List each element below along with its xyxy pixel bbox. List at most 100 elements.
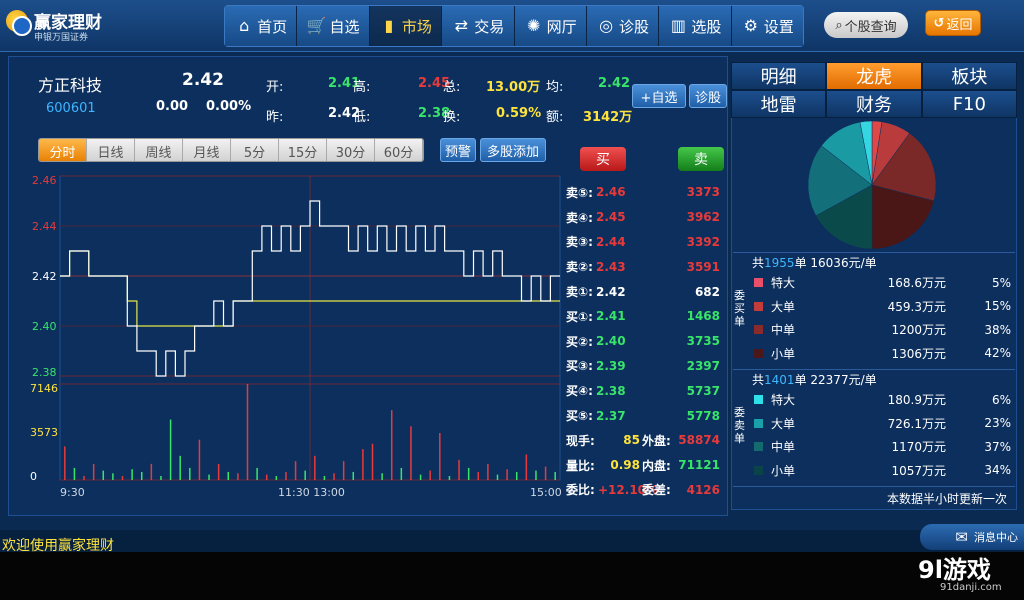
stock-name: 方正科技 [38, 76, 103, 95]
analysis-tab-1[interactable]: 龙虎 [826, 62, 922, 90]
buy-orders-summary: 共1955单 16036元/单 [752, 254, 877, 271]
high-label: 高: [353, 80, 371, 95]
order-volume: 3373 [686, 185, 720, 200]
message-center-label: 消息中心 [974, 531, 1018, 544]
logo-icon [6, 10, 32, 36]
period-tab-5[interactable]: 15分 [279, 139, 327, 161]
order-size-amount: 726.1万元 [887, 416, 946, 431]
gear-icon: ⚙ [743, 16, 758, 35]
system-bar [0, 552, 1024, 600]
order-book-row: 买②: 2.40 3735 [566, 329, 726, 354]
stat-value: +12.10% [598, 482, 659, 497]
order-price: 2.37 [596, 408, 626, 423]
sell-orders-summary: 共1401单 22377元/单 [752, 371, 877, 388]
price-tick-label: 2.46 [32, 174, 57, 187]
buy-side-label: 委买单 [734, 289, 745, 328]
order-size-row: 小单 1306万元 42% [750, 342, 1015, 366]
add-watchlist-button[interactable]: +自选 [632, 84, 686, 108]
time-tick-label: 11:30 13:00 [278, 486, 345, 499]
order-price: 2.43 [596, 259, 626, 274]
back-arrow-icon: ↺ [933, 15, 945, 31]
price-tick-label: 2.42 [32, 270, 57, 283]
nav-item-4[interactable]: ✺ 网厅 [514, 6, 587, 46]
nav-label: 市场 [401, 17, 432, 36]
amount-value: 3142万 [583, 110, 633, 125]
nav-item-7[interactable]: ⚙ 设置 [731, 6, 803, 46]
message-center-button[interactable]: ✉ 消息中心 [920, 524, 1024, 550]
stat-value: 4126 [686, 482, 720, 497]
stock-price: 2.42 [182, 70, 224, 90]
order-size-row: 大单 459.3万元 15% [750, 295, 1015, 319]
back-button[interactable]: ↺ 返回 [925, 10, 981, 36]
nav-label: 诊股 [619, 17, 650, 36]
nav-item-5[interactable]: ◎ 诊股 [586, 6, 660, 46]
order-level-label: 买④: [566, 384, 593, 399]
analysis-tab-4[interactable]: 财务 [826, 90, 922, 118]
order-size-row: 中单 1170万元 37% [750, 435, 1015, 459]
order-size-row: 大单 726.1万元 23% [750, 412, 1015, 436]
order-book-row: 卖②: 2.43 3591 [566, 254, 726, 279]
sell-button[interactable]: 卖 [678, 147, 724, 171]
order-level-label: 卖④: [566, 210, 593, 225]
stat-label: 内盘: [642, 458, 671, 473]
stat-label: 委比: [566, 483, 595, 498]
intraday-chart[interactable]: 2.46 2.44 2.42 2.40 2.38 7146 3573 0 9:30 11:30 1… [0, 168, 566, 508]
watermark-url: 91danji.com [940, 582, 1002, 593]
stat-label: 现手: [566, 433, 595, 448]
buy-button[interactable]: 买 [580, 147, 626, 171]
nav-label: 选股 [691, 17, 722, 36]
stat-value: 58874 [678, 433, 720, 448]
period-tab-6[interactable]: 30分 [327, 139, 375, 161]
nav-item-3[interactable]: ⇄ 交易 [442, 6, 515, 46]
nav-item-6[interactable]: ▥ 选股 [659, 6, 732, 46]
period-tab-0[interactable]: 分时 [39, 139, 87, 161]
analysis-tab-0[interactable]: 明细 [731, 62, 827, 90]
avg-value: 2.42 [598, 76, 631, 91]
bar-chart-icon: ▮ [384, 16, 394, 35]
sell-orders-list: 特大 180.9万元 6% 大单 726.1万元 23% 中单 1170万元 37% 小单 1057… [750, 388, 1015, 482]
order-volume: 5737 [686, 383, 720, 398]
sell-orders-count: 1401 [764, 373, 795, 387]
period-tab-1[interactable]: 日线 [87, 139, 135, 161]
order-pie-chart [807, 120, 937, 250]
nav-item-1[interactable]: 🛒 自选 [297, 6, 370, 46]
analysis-tab-2[interactable]: 板块 [921, 62, 1017, 90]
multi-add-button[interactable]: 多股添加 [480, 138, 546, 162]
nav-label: 自选 [329, 17, 360, 36]
order-level-label: 买②: [566, 334, 593, 349]
period-tab-3[interactable]: 月线 [183, 139, 231, 161]
diagnose-button[interactable]: 诊股 [689, 84, 727, 108]
analysis-tab-3[interactable]: 地雷 [731, 90, 827, 118]
nav-item-0[interactable]: ⌂ 首页 [225, 6, 298, 46]
buy-orders-count: 1955 [764, 256, 795, 270]
order-level-label: 买③: [566, 359, 593, 374]
stock-search-button[interactable]: ⌕ 个股查询 [824, 12, 908, 38]
order-size-row: 特大 168.6万元 5% [750, 271, 1015, 295]
analysis-tabs: 明细 龙虎 板块地雷 财务 F10 [731, 62, 1017, 118]
legend-swatch [754, 325, 763, 335]
period-tab-4[interactable]: 5分 [231, 139, 279, 161]
order-size-name: 中单 [771, 440, 796, 455]
analysis-tab-5[interactable]: F10 [921, 90, 1017, 118]
trade-stat-row: 现手: 85 外盘: 58874 [566, 428, 726, 453]
order-size-pct: 34% [984, 463, 1011, 478]
order-size-row: 小单 1057万元 34% [750, 459, 1015, 483]
period-tab-7[interactable]: 60分 [375, 139, 423, 161]
order-volume: 3962 [686, 210, 720, 225]
order-level-label: 卖③: [566, 235, 593, 250]
period-tabs: 分时 日线 周线 月线 5分 15分 30分 60分 [38, 138, 424, 162]
alert-button[interactable]: 预警 [440, 138, 476, 162]
period-tab-2[interactable]: 周线 [135, 139, 183, 161]
stat-label: 外盘: [642, 433, 671, 448]
stat-value: 85 [623, 433, 640, 448]
total-value: 13.00万 [486, 80, 541, 95]
order-price: 2.39 [596, 358, 626, 373]
order-price: 2.38 [596, 383, 626, 398]
home-icon: ⌂ [239, 16, 250, 35]
nav-item-2[interactable]: ▮ 市场 [369, 6, 443, 46]
order-price: 2.46 [596, 185, 626, 200]
welcome-strip [0, 530, 1024, 552]
order-level-label: 买⑤: [566, 409, 593, 424]
nav-label: 首页 [257, 17, 288, 36]
order-size-pct: 5% [991, 275, 1011, 290]
